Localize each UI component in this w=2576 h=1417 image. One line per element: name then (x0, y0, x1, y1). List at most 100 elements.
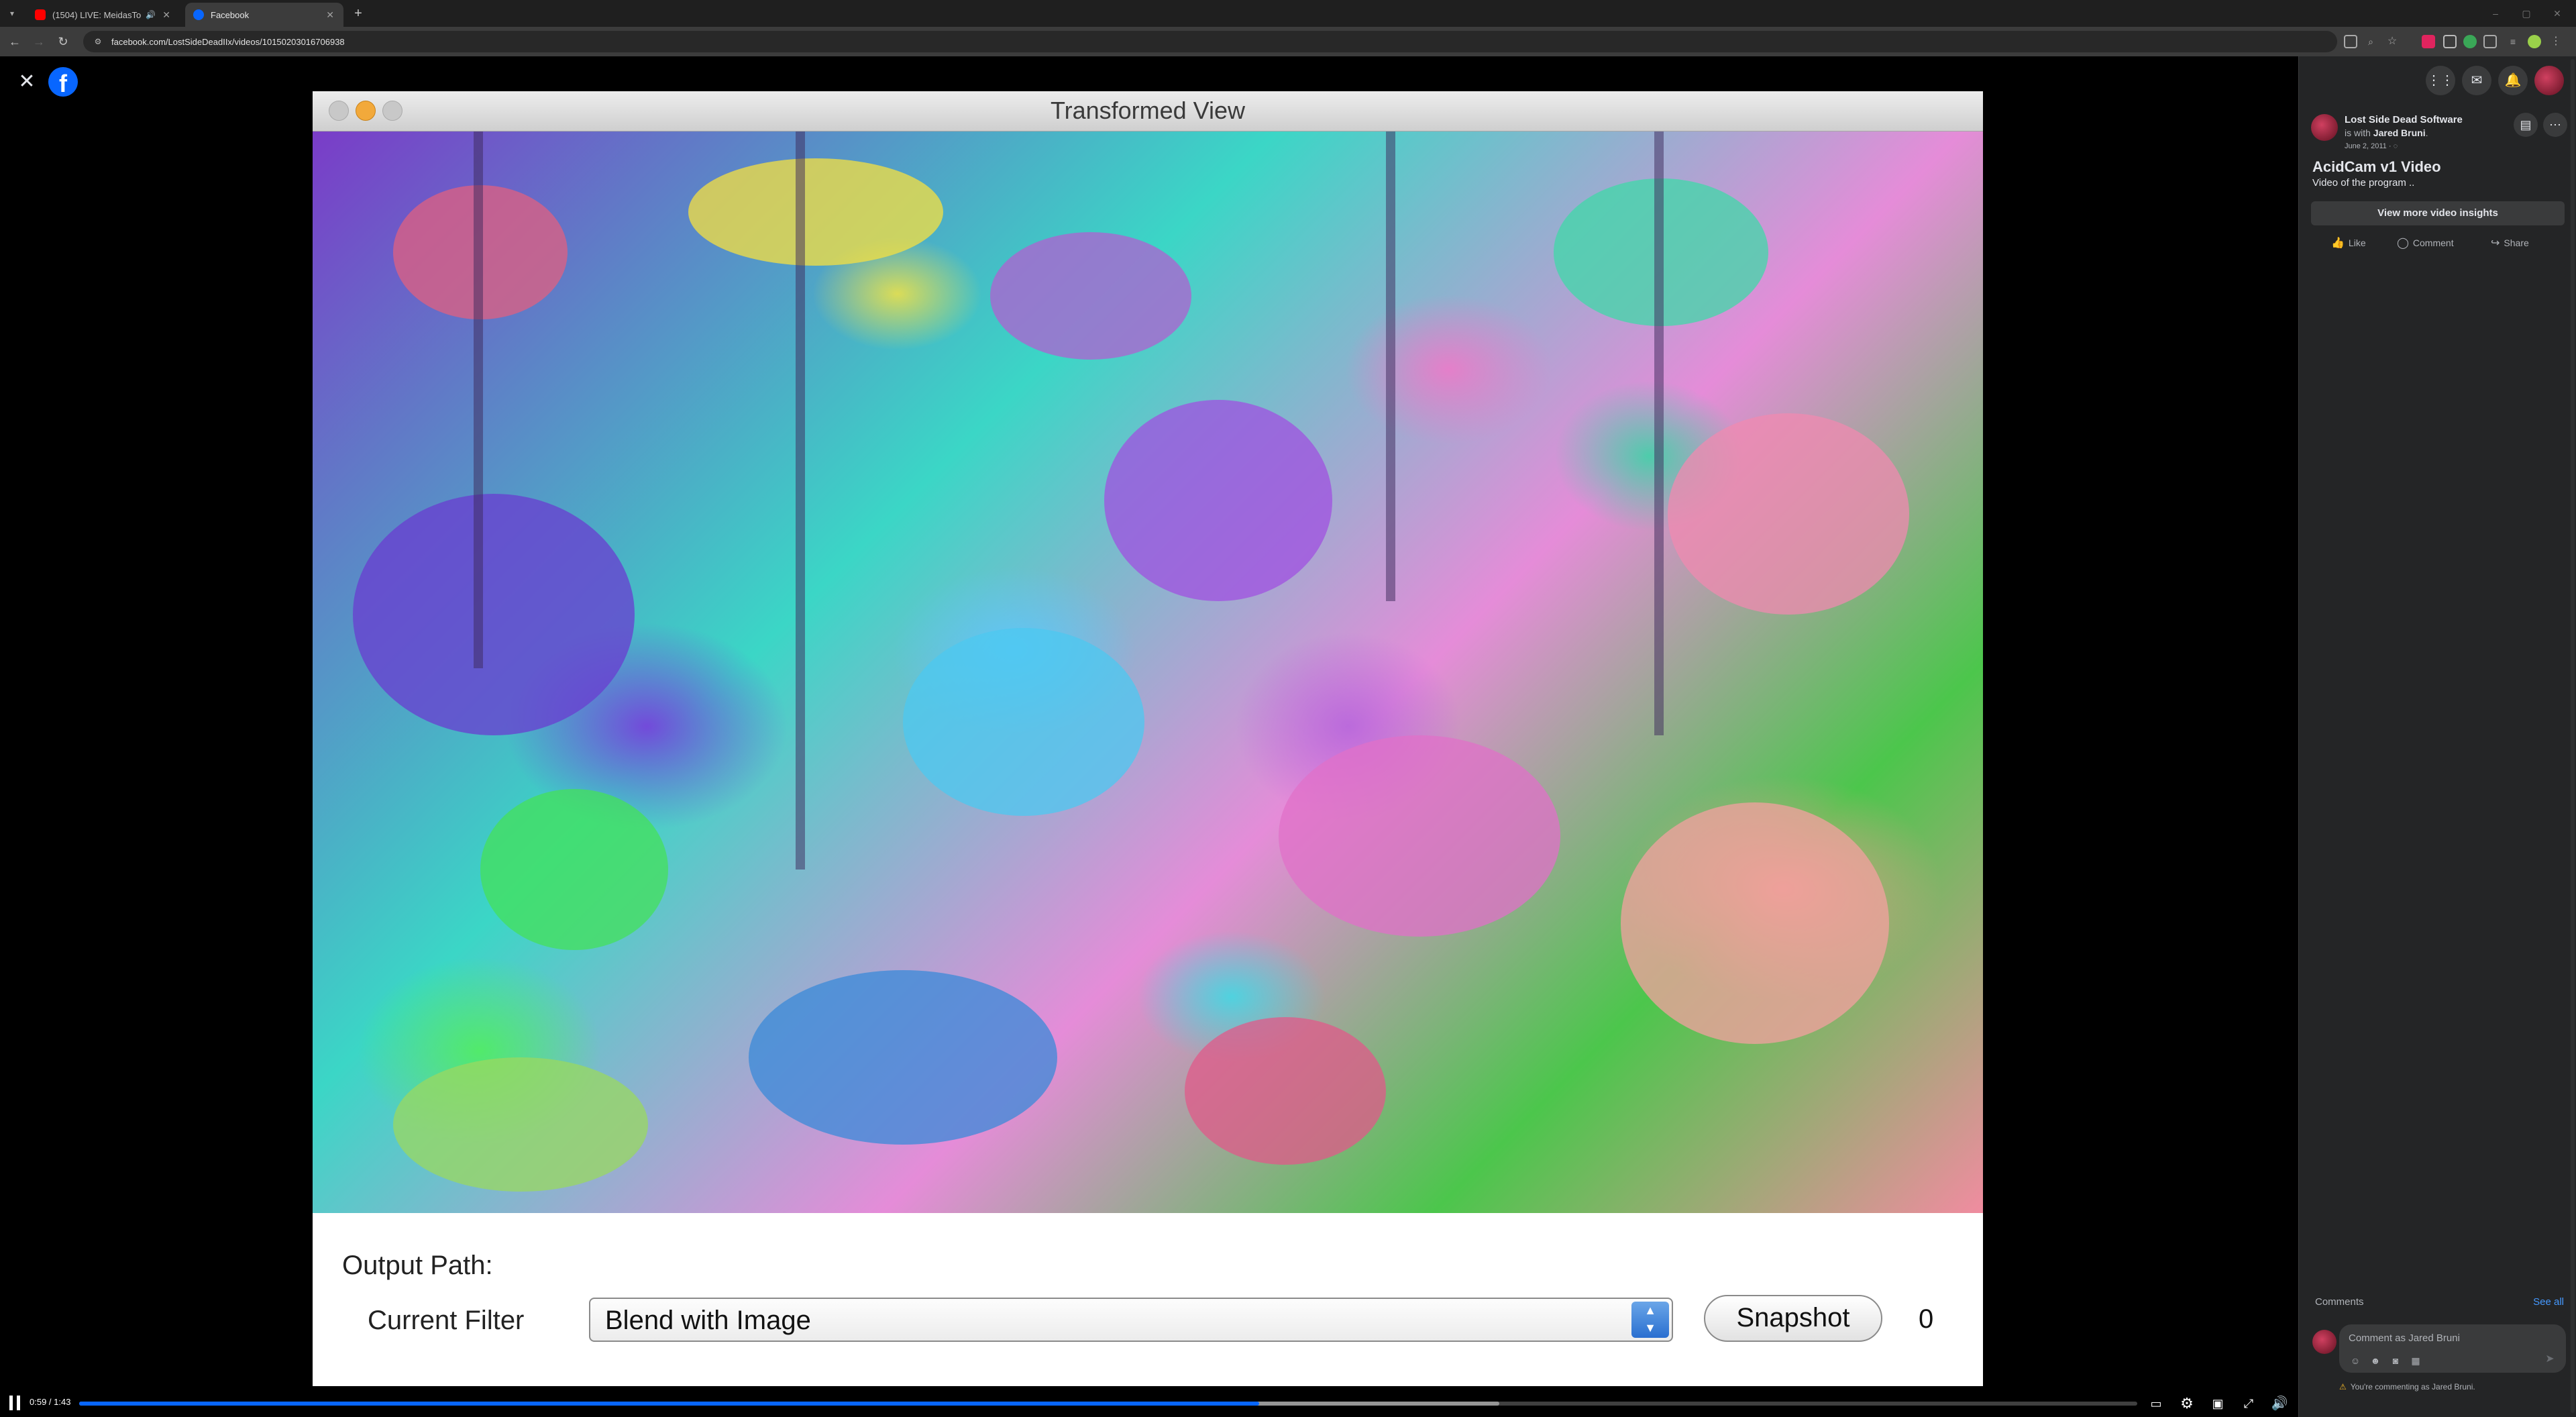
up-down-arrows-icon: ▲ ▼ (1631, 1302, 1669, 1338)
panel-scrollbar[interactable] (2571, 59, 2575, 1413)
video-title: AcidCam v1 Video (2312, 158, 2441, 175)
app-window-titlebar: Transformed View (313, 91, 1983, 132)
profile-avatar[interactable] (2528, 35, 2541, 48)
facebook-favicon-icon (193, 9, 204, 20)
reload-icon[interactable]: ↻ (55, 34, 71, 50)
frame-blob (990, 232, 1191, 360)
tab-close-icon[interactable]: ✕ (326, 9, 334, 21)
time-display: 0:59 / 1:43 (30, 1397, 71, 1407)
save-icon[interactable]: ▤ (2514, 113, 2538, 137)
video-viewer: ✕ f Transformed View Output Path: Curren… (0, 56, 2576, 1417)
filter-select-value: Blend with Image (605, 1306, 811, 1335)
window-close-button[interactable]: ✕ (2544, 5, 2571, 21)
view-insights-button[interactable]: View more video insights (2311, 201, 2565, 225)
share-label: Share (2504, 238, 2529, 248)
transformed-video-frame (313, 132, 1983, 1213)
address-bar[interactable]: ⚙ facebook.com/LostSideDeadIIx/videos/10… (83, 31, 2337, 52)
zoom-icon[interactable]: ⌕ (2364, 35, 2377, 48)
frame-streak (474, 132, 483, 668)
commenter-avatar (2312, 1330, 2337, 1354)
extension-icon[interactable] (2443, 35, 2457, 48)
progress-bar[interactable] (79, 1402, 2137, 1406)
comment-label: Comment (2412, 238, 2454, 248)
suffix-text: . (2425, 127, 2428, 138)
menu-grid-icon[interactable]: ⋮⋮ (2426, 66, 2455, 95)
gear-icon[interactable]: ⚙ (2178, 1394, 2196, 1413)
messenger-icon[interactable]: ✉ (2462, 66, 2491, 95)
facebook-logo-icon[interactable]: f (48, 67, 78, 97)
like-button[interactable]: 👍 Like (2331, 232, 2366, 254)
post-date-text: June 2, 2011 · (2345, 142, 2394, 150)
frame-blob (1185, 1017, 1386, 1165)
frame-streak (1386, 132, 1395, 601)
frame-blob (688, 158, 943, 266)
new-tab-button[interactable]: + (350, 5, 366, 21)
tab-close-icon[interactable]: ✕ (162, 9, 170, 21)
tab-title: (1504) LIVE: MeidasTouch N (52, 9, 142, 20)
browser-toolbar: ← → ↻ ⚙ facebook.com/LostSideDeadIIx/vid… (0, 27, 2576, 56)
site-info-icon[interactable]: ⚙ (93, 36, 103, 47)
video-description: Video of the program .. (2312, 177, 2415, 189)
account-avatar[interactable] (2534, 66, 2564, 95)
page-avatar[interactable] (2311, 114, 2338, 141)
reading-list-icon[interactable]: ≡ (2506, 35, 2520, 48)
picture-in-picture-icon[interactable]: ▣ (2208, 1394, 2227, 1413)
gif-icon[interactable]: ▦ (2409, 1354, 2422, 1367)
like-label: Like (2348, 238, 2366, 248)
frame-blob (903, 628, 1144, 816)
top-icons: ⋮⋮ ✉ 🔔 (2426, 66, 2567, 95)
emoji-icon[interactable]: ☻ (2369, 1354, 2382, 1367)
frame-blob (1279, 735, 1560, 937)
video-player[interactable]: Transformed View Output Path: Current Fi (313, 91, 1983, 1386)
tab-title: Facebook (211, 9, 250, 20)
extensions-puzzle-icon[interactable] (2483, 35, 2497, 48)
frame-blob (1668, 413, 1909, 615)
frame-blob (1621, 802, 1889, 1044)
see-all-link[interactable]: See all (2533, 1296, 2564, 1308)
minimize-button[interactable]: – (2482, 5, 2509, 21)
tab-facebook[interactable]: Facebook ✕ (185, 3, 343, 27)
cast-icon[interactable] (2344, 35, 2357, 48)
volume-icon[interactable]: 🔊 (2270, 1394, 2289, 1413)
back-arrow-icon[interactable]: ← (7, 34, 23, 50)
maximize-button[interactable]: ▢ (2513, 5, 2540, 21)
app-window-title: Transformed View (1050, 97, 1246, 124)
more-options-icon[interactable]: ⋯ (2543, 113, 2567, 137)
avatar-sticker-icon[interactable]: ☺ (2349, 1354, 2362, 1367)
frame-blob (1104, 400, 1332, 601)
filter-select: Blend with Image ▲ ▼ (589, 1298, 1673, 1342)
tagged-person-link[interactable]: Jared Bruni (2373, 127, 2426, 138)
extension-icon[interactable] (2422, 35, 2435, 48)
pause-icon[interactable] (9, 1396, 21, 1410)
audio-playing-icon[interactable]: 🔊 (146, 10, 156, 19)
share-button[interactable]: ↪ Share (2491, 232, 2529, 254)
bell-icon[interactable]: 🔔 (2498, 66, 2528, 95)
url-text[interactable]: facebook.com/LostSideDeadIIx/videos/1015… (111, 37, 345, 47)
comment-button[interactable]: ◯ Comment (2397, 232, 2454, 254)
comment-bubble-icon: ◯ (2397, 238, 2409, 249)
camera-icon[interactable]: ◙ (2389, 1354, 2402, 1367)
tab-meidastouch[interactable]: (1504) LIVE: MeidasTouch N 🔊 ✕ (27, 3, 180, 27)
youtube-favicon-icon (35, 9, 46, 20)
post-actions: 👍 Like ◯ Comment ↪ Share (2311, 232, 2565, 254)
page-name-link[interactable]: Lost Side Dead Software (2345, 114, 2463, 125)
send-icon[interactable]: ➤ (2542, 1351, 2558, 1367)
snapshot-button: Snapshot (1704, 1295, 1882, 1342)
post-date[interactable]: June 2, 2011 · ◌ (2345, 142, 2398, 150)
extension-icon[interactable] (2463, 35, 2477, 48)
browser-menu-icon[interactable]: ⋮ (2549, 35, 2563, 48)
comment-input[interactable]: Comment as Jared Bruni ☺ ☻ ◙ ▦ ➤ (2339, 1324, 2566, 1373)
current-filter-label: Current Filter (368, 1306, 525, 1335)
globe-icon: ◌ (2393, 142, 2398, 150)
comment-placeholder[interactable]: Comment as Jared Bruni (2349, 1332, 2460, 1344)
bookmark-star-icon[interactable]: ☆ (2385, 35, 2399, 48)
share-arrow-icon: ↪ (2491, 238, 2500, 249)
close-icon[interactable]: ✕ (15, 70, 39, 94)
forward-arrow-icon[interactable]: → (31, 34, 47, 50)
captions-icon[interactable]: ▭ (2147, 1394, 2165, 1413)
app-control-panel: Output Path: Current Filter Blend with I… (313, 1213, 1983, 1386)
tab-search-icon[interactable]: ▾ (5, 7, 19, 20)
frame-blob (749, 970, 1057, 1145)
fullscreen-icon[interactable]: ⤢ (2239, 1394, 2258, 1413)
comments-heading: Comments (2315, 1296, 2364, 1308)
